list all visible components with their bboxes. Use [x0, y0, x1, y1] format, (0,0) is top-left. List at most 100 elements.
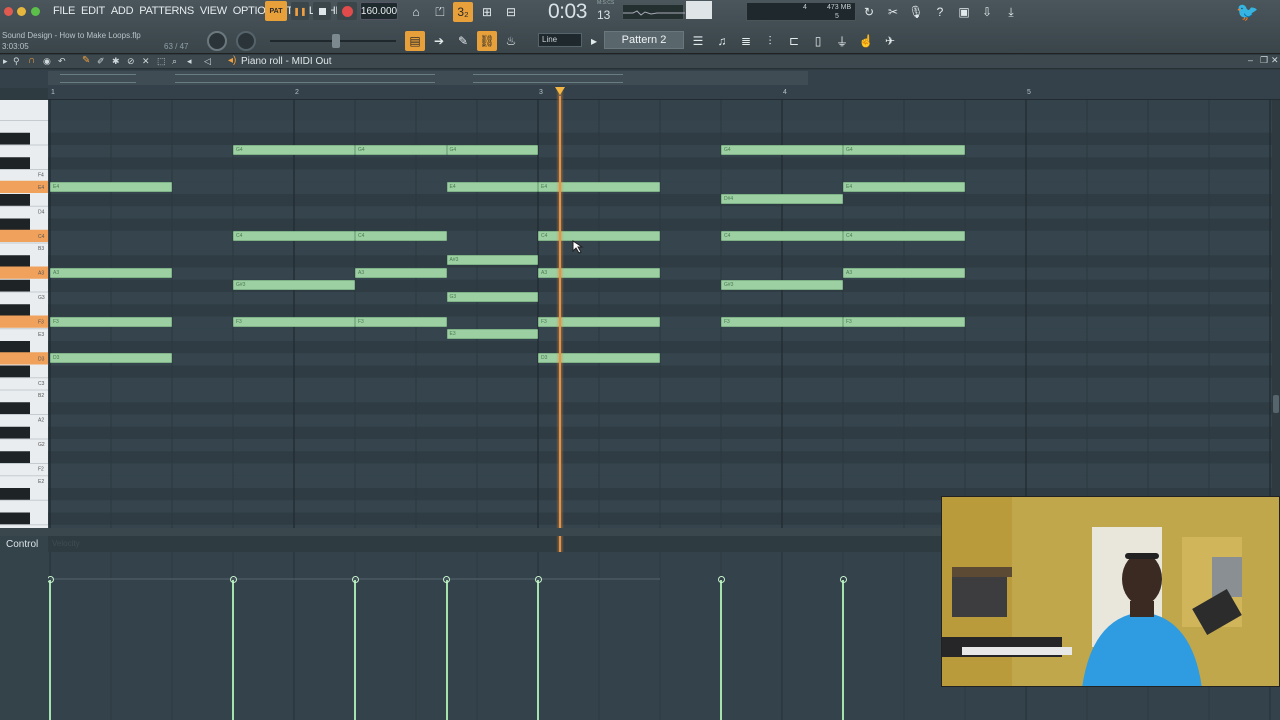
- vertical-scrollbar[interactable]: [1272, 100, 1280, 528]
- velocity-handle[interactable]: [839, 576, 847, 583]
- piano-roll-overview[interactable]: [0, 70, 1280, 88]
- piano-roll-view-icon[interactable]: ▤: [405, 31, 425, 51]
- midi-note[interactable]: E4: [50, 181, 172, 192]
- menu-edit[interactable]: EDIT: [78, 4, 108, 18]
- plug-icon[interactable]: ⏚: [832, 31, 852, 51]
- stamp-icon[interactable]: ♨: [501, 31, 521, 51]
- wait-input-icon[interactable]: ⏍: [430, 2, 450, 22]
- menu-patterns[interactable]: PATTERNS: [136, 4, 197, 18]
- midi-note[interactable]: E4: [446, 181, 538, 192]
- menu-file[interactable]: FILE: [50, 4, 78, 18]
- microphone-icon[interactable]: 🎙: [906, 2, 926, 22]
- arrow-right-icon[interactable]: ➔: [429, 31, 449, 51]
- stop-button[interactable]: [313, 2, 331, 20]
- pattern-selector[interactable]: Pattern 2: [604, 31, 684, 49]
- step-edit-icon[interactable]: ⊞: [477, 2, 497, 22]
- midi-note[interactable]: A#3: [446, 255, 538, 266]
- midi-note[interactable]: G4: [721, 145, 843, 155]
- metronome-icon[interactable]: ⌂: [406, 2, 426, 22]
- scissors-icon[interactable]: ✂: [883, 2, 903, 22]
- countdown-icon[interactable]: 3₂: [453, 2, 473, 22]
- midi-note[interactable]: C4: [233, 230, 355, 241]
- playlist-icon[interactable]: ☰: [688, 31, 708, 51]
- tempo-display[interactable]: 160.000: [360, 2, 398, 20]
- velocity-bar[interactable]: [354, 580, 356, 720]
- minimize-pane-icon[interactable]: –: [1248, 55, 1253, 65]
- midi-note[interactable]: C4: [355, 230, 447, 241]
- restore-pane-icon[interactable]: ❐: [1260, 55, 1268, 66]
- snap-magnet-icon[interactable]: ∩: [28, 55, 35, 66]
- velocity-handle[interactable]: [351, 576, 359, 583]
- options-arrow-icon[interactable]: ▸: [3, 56, 8, 67]
- midi-note[interactable]: G#3: [721, 279, 843, 290]
- velocity-handle[interactable]: [534, 576, 542, 583]
- velocity-bar[interactable]: [232, 580, 234, 720]
- pattern-prev-icon[interactable]: ▸: [588, 31, 600, 51]
- velocity-handle[interactable]: [229, 576, 237, 583]
- tutorial-icon[interactable]: ✈: [880, 31, 900, 51]
- midi-note[interactable]: G4: [446, 145, 538, 155]
- midi-note[interactable]: A3: [50, 267, 172, 278]
- black-key[interactable]: [0, 132, 30, 145]
- slice-tool-icon[interactable]: ✕: [142, 56, 150, 67]
- close-window-button[interactable]: [4, 7, 13, 16]
- midi-note[interactable]: A3: [355, 267, 447, 278]
- master-volume-knob[interactable]: [207, 31, 227, 51]
- midi-note[interactable]: F3: [721, 316, 843, 327]
- select-tool-icon[interactable]: ⬚: [157, 56, 166, 67]
- refresh-icon[interactable]: ↻: [859, 2, 879, 22]
- vertical-scroll-thumb[interactable]: [1273, 395, 1279, 413]
- black-key[interactable]: [0, 365, 30, 378]
- midi-note[interactable]: G#3: [233, 279, 355, 290]
- mixer-icon[interactable]: ⫶: [760, 31, 780, 51]
- render-icon[interactable]: ⇩: [977, 2, 997, 22]
- velocity-bar[interactable]: [49, 580, 51, 720]
- minimize-window-button[interactable]: [17, 7, 26, 16]
- close-pane-icon[interactable]: ✕: [1271, 55, 1279, 66]
- playback-tool-icon[interactable]: ◂: [187, 56, 192, 67]
- magnet-icon[interactable]: ⚲: [13, 56, 20, 67]
- black-key[interactable]: [0, 279, 30, 292]
- playhead-marker[interactable]: [555, 87, 565, 95]
- mute-tool-icon[interactable]: ⊘: [127, 56, 135, 67]
- maximize-window-button[interactable]: [31, 7, 40, 16]
- midi-note[interactable]: E3: [446, 328, 538, 339]
- black-key[interactable]: [0, 157, 30, 170]
- velocity-handle[interactable]: [443, 576, 450, 583]
- browser-icon[interactable]: ⊏: [784, 31, 804, 51]
- midi-note[interactable]: C4: [843, 230, 965, 241]
- snap-select[interactable]: Line: [538, 33, 582, 47]
- velocity-bar[interactable]: [445, 580, 448, 720]
- piano-keyboard[interactable]: F4 E4 D4 C4 B3 A3 G3 F3 E3 D3 C3 B2 A2 G2 F2 E2: [0, 100, 48, 528]
- help-icon[interactable]: ?: [930, 2, 950, 22]
- link-icon[interactable]: ⛓: [477, 31, 497, 51]
- midi-note[interactable]: F3: [843, 316, 965, 327]
- midi-note[interactable]: G4: [355, 145, 447, 155]
- midi-note[interactable]: G4: [233, 145, 355, 155]
- midi-note[interactable]: D3: [50, 353, 172, 364]
- velocity-bar[interactable]: [720, 580, 722, 720]
- record-mode-icon[interactable]: ◉: [43, 56, 51, 67]
- velocity-handle[interactable]: [48, 576, 54, 583]
- speaker-target-icon[interactable]: ◂): [228, 55, 236, 66]
- delete-tool-icon[interactable]: ✱: [112, 56, 120, 67]
- midi-note[interactable]: D#4: [721, 194, 843, 204]
- blend-notes-icon[interactable]: ⊟: [501, 2, 521, 22]
- touch-keyboard-icon[interactable]: ☝: [856, 31, 876, 51]
- black-key[interactable]: [0, 488, 30, 501]
- record-button[interactable]: [337, 2, 357, 20]
- black-key[interactable]: [0, 218, 30, 231]
- black-key[interactable]: [0, 255, 30, 268]
- undo-icon[interactable]: ↶: [58, 56, 66, 67]
- midi-note[interactable]: F3: [233, 316, 355, 327]
- channel-rack-icon[interactable]: ≣: [736, 31, 756, 51]
- pitch-slider-handle[interactable]: [332, 34, 340, 48]
- midi-note[interactable]: F3: [50, 316, 172, 327]
- midi-note[interactable]: G3: [446, 292, 538, 302]
- black-key[interactable]: [0, 426, 30, 439]
- menu-add[interactable]: ADD: [108, 4, 136, 18]
- speaker-icon[interactable]: ◁: [204, 56, 211, 67]
- black-key[interactable]: [0, 402, 30, 415]
- midi-note[interactable]: C4: [721, 230, 843, 241]
- velocity-bar[interactable]: [537, 580, 539, 720]
